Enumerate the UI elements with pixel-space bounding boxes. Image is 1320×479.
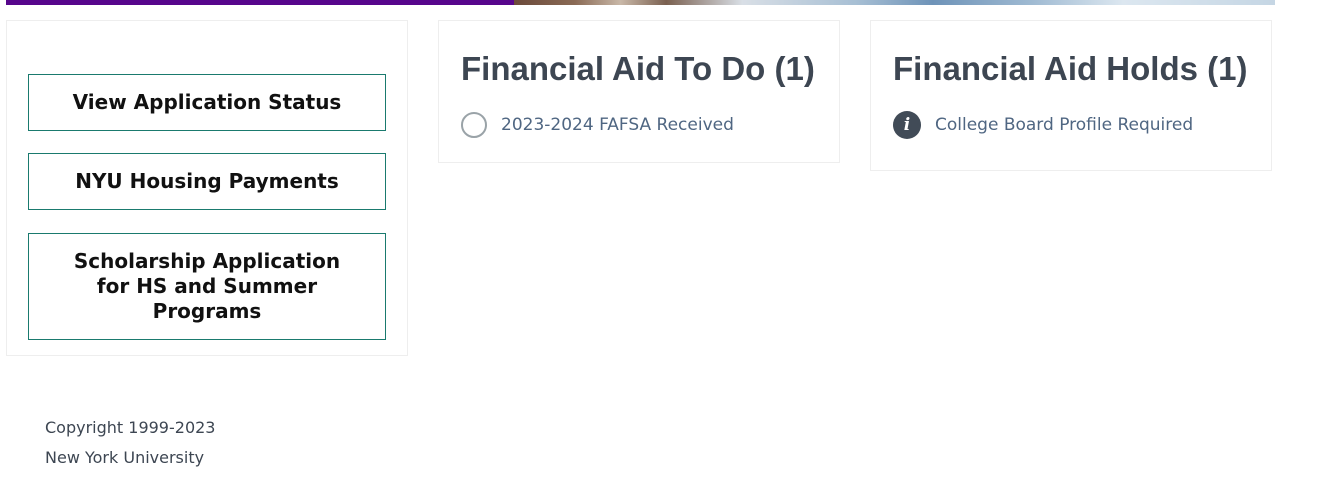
hold-item[interactable]: i College Board Profile Required [893,108,1193,142]
organization-name: New York University [45,448,205,467]
banner-photo-strip [514,0,1275,5]
copyright-text: Copyright 1999-2023 [45,418,216,437]
financial-aid-todo-title: Financial Aid To Do (1) [461,50,815,87]
footer: Copyright 1999-2023 New York University [45,413,215,473]
financial-aid-holds-title: Financial Aid Holds (1) [893,50,1248,87]
housing-payments-button[interactable]: NYU Housing Payments [28,153,386,210]
scholarship-application-button[interactable]: Scholarship Application for HS and Summe… [28,233,386,340]
todo-item-label[interactable]: 2023-2024 FAFSA Received [501,115,734,135]
quick-links-card: View Application Status NYU Housing Paym… [6,20,408,356]
info-icon: i [893,111,921,139]
banner-purple-bar [6,0,514,5]
financial-aid-todo-card: Financial Aid To Do (1) 2023-2024 FAFSA … [438,20,840,163]
header-banner [6,0,1275,5]
todo-item[interactable]: 2023-2024 FAFSA Received [461,108,734,142]
hold-item-label[interactable]: College Board Profile Required [935,115,1193,135]
view-application-status-button[interactable]: View Application Status [28,74,386,131]
financial-aid-holds-card: Financial Aid Holds (1) i College Board … [870,20,1272,171]
empty-circle-icon [461,112,487,138]
